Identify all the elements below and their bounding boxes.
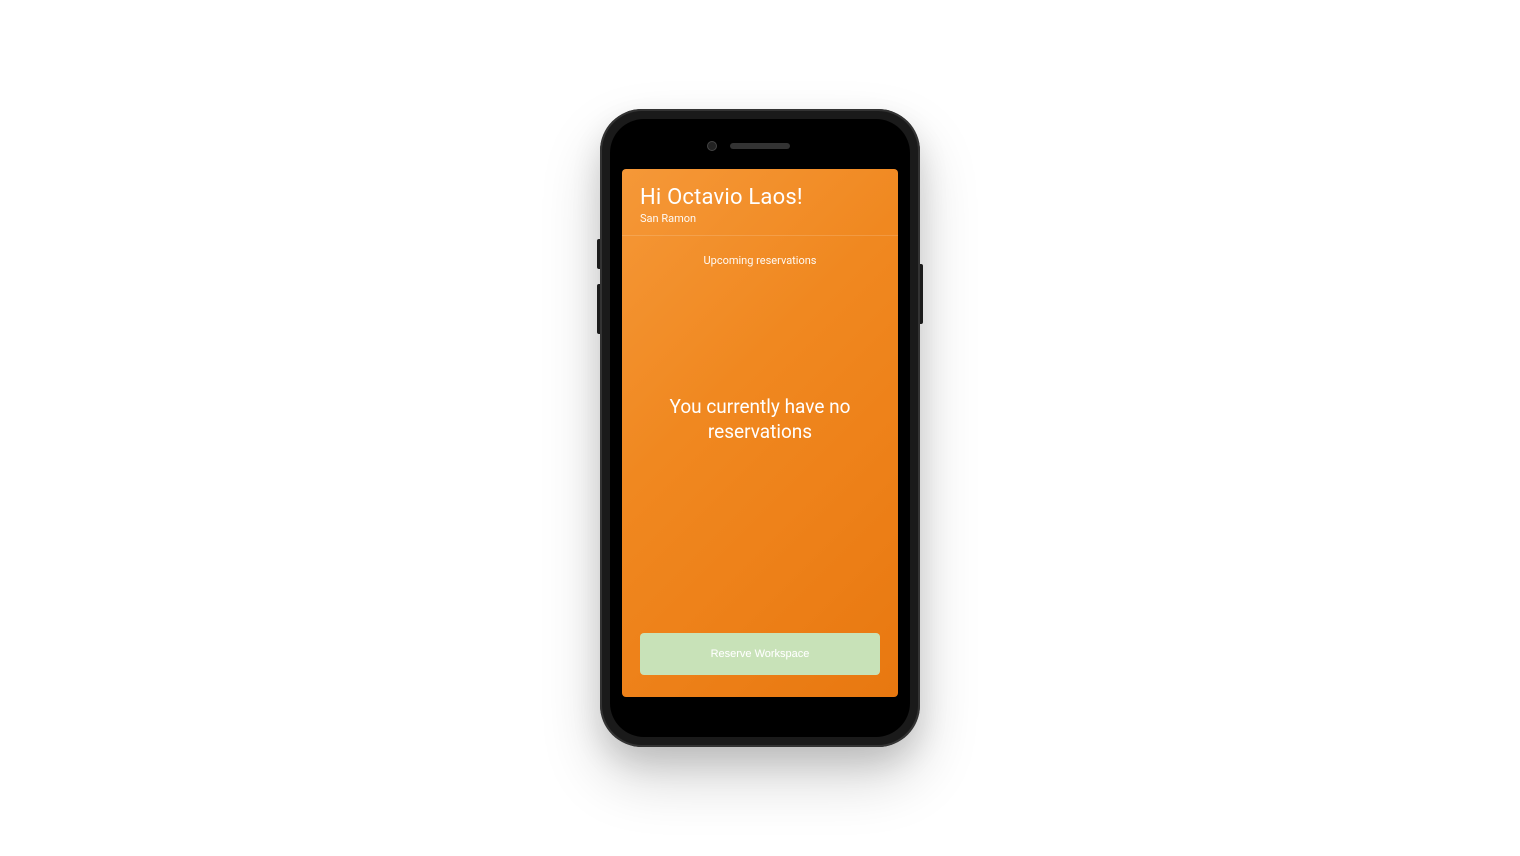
empty-state-message: You currently have no reservations (652, 395, 868, 444)
phone-bezel: Hi Octavio Laos! San Ramon Upcoming rese… (610, 119, 910, 737)
section-title: Upcoming reservations (622, 236, 898, 267)
button-container: Reserve Workspace (622, 633, 898, 697)
location-text: San Ramon (640, 212, 880, 225)
volume-down-button (597, 284, 600, 334)
power-button (920, 264, 923, 324)
app-screen: Hi Octavio Laos! San Ramon Upcoming rese… (622, 169, 898, 697)
empty-state-container: You currently have no reservations (622, 267, 898, 633)
phone-speaker (730, 143, 790, 149)
front-camera (707, 141, 717, 151)
volume-up-button (597, 239, 600, 269)
greeting-text: Hi Octavio Laos! (640, 185, 880, 210)
app-header: Hi Octavio Laos! San Ramon (622, 169, 898, 236)
reserve-workspace-button[interactable]: Reserve Workspace (640, 633, 880, 675)
phone-device-frame: Hi Octavio Laos! San Ramon Upcoming rese… (600, 109, 920, 747)
